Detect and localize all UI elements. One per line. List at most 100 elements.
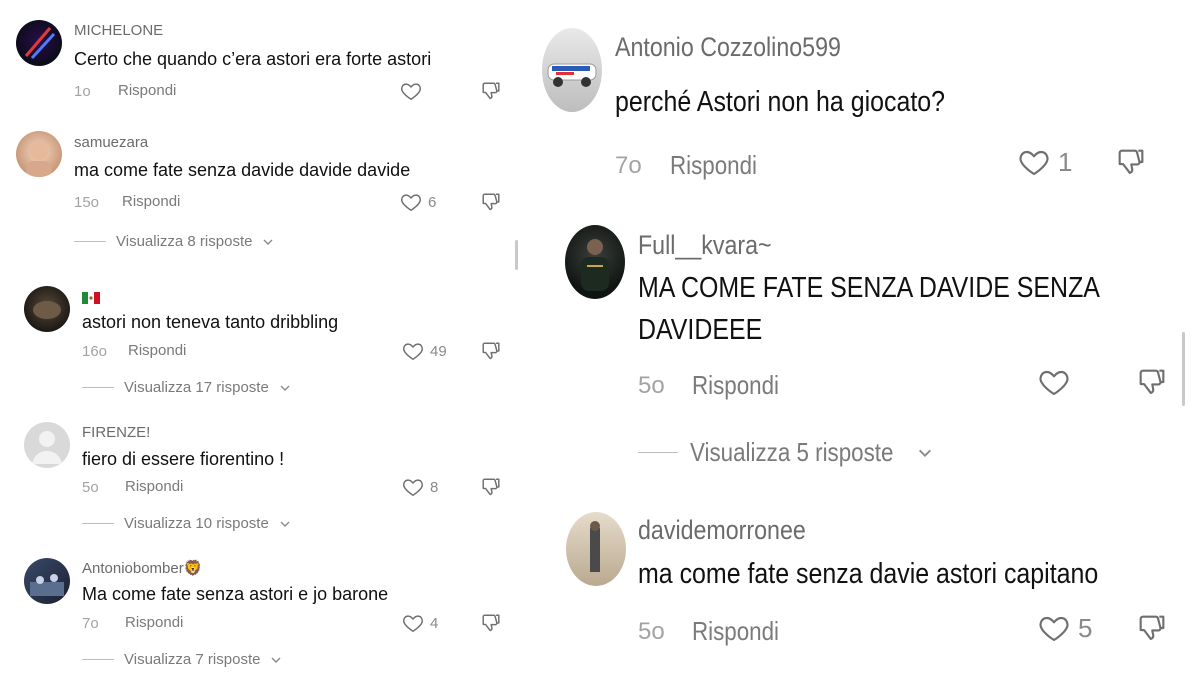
- like-button[interactable]: 4: [402, 612, 438, 634]
- heart-icon: [1038, 612, 1070, 644]
- view-replies-label: Visualizza 17 risposte: [124, 379, 269, 396]
- view-replies-button[interactable]: Visualizza 8 risposte: [74, 233, 274, 250]
- dislike-button[interactable]: [1136, 612, 1168, 649]
- chevron-down-icon: [270, 654, 282, 666]
- divider-line: [82, 659, 114, 660]
- heart-icon: [400, 191, 422, 213]
- comment-time: 5o: [638, 372, 665, 399]
- thumbs-down-icon: [1136, 612, 1168, 644]
- comment-username[interactable]: samuezara: [74, 134, 148, 151]
- scrollbar[interactable]: [515, 240, 518, 270]
- reply-button[interactable]: Rispondi: [122, 193, 180, 210]
- reply-button[interactable]: Rispondi: [670, 150, 757, 181]
- comment-username[interactable]: davidemorronee: [638, 515, 806, 546]
- left-comments-panel: MICHELONE Certo che quando c’era astori …: [0, 0, 530, 675]
- dislike-button[interactable]: [480, 340, 502, 367]
- avatar[interactable]: [24, 286, 70, 332]
- comment-item: davidemorronee ma come fate senza davie …: [530, 500, 1200, 675]
- comment-text: Certo che quando c’era astori era forte …: [74, 49, 432, 69]
- dislike-button[interactable]: [480, 476, 502, 503]
- heart-icon: [402, 476, 424, 498]
- race-car-avatar-image: [547, 63, 597, 87]
- comment-username[interactable]: Antoniobomber🦁: [82, 559, 202, 577]
- like-button[interactable]: [400, 80, 428, 102]
- comment-text: astori non teneva tanto dribbling: [82, 312, 339, 332]
- reply-button[interactable]: Rispondi: [692, 616, 779, 647]
- comment-time: 1o: [74, 83, 91, 100]
- comment-text: perché Astori non ha giocato?: [615, 86, 945, 118]
- comment-text-line1: MA COME FATE SENZA DAVIDE SENZA: [638, 272, 1100, 304]
- comment-username[interactable]: Antonio Cozzolino599: [615, 32, 841, 63]
- comment-time: 5o: [82, 479, 99, 496]
- reply-button[interactable]: Rispondi: [125, 478, 183, 495]
- comment-text: ma come fate senza davie astori capitano: [638, 558, 1099, 590]
- thumbs-down-icon: [480, 340, 502, 362]
- dislike-button[interactable]: [1136, 366, 1168, 403]
- reply-button[interactable]: Rispondi: [692, 370, 779, 401]
- avatar-image: [590, 521, 600, 572]
- like-count: 8: [430, 478, 439, 496]
- heart-icon: [402, 340, 424, 362]
- comment-time: 16o: [82, 343, 108, 360]
- avatar[interactable]: [566, 512, 626, 586]
- avatar[interactable]: [542, 28, 602, 112]
- comment-item: Antoniobomber🦁 Ma come fate senza astori…: [0, 545, 530, 675]
- comment-time: 5o: [638, 618, 665, 645]
- comment-item: Full__kvara~ MA COME FATE SENZA DAVIDE S…: [530, 210, 1200, 500]
- divider-line: [82, 523, 114, 524]
- avatar-image: [26, 142, 52, 177]
- like-count: 49: [430, 342, 447, 360]
- avatar[interactable]: [16, 20, 62, 66]
- reply-button[interactable]: Rispondi: [128, 342, 186, 359]
- like-button[interactable]: 5: [1038, 612, 1092, 644]
- view-replies-button[interactable]: Visualizza 7 risposte: [82, 651, 282, 668]
- dislike-button[interactable]: [1115, 146, 1147, 183]
- chevron-down-icon: [917, 445, 933, 461]
- heart-icon: [1038, 366, 1070, 398]
- thumbs-down-icon: [480, 191, 502, 213]
- thumbs-down-icon: [480, 80, 502, 102]
- view-replies-label: Visualizza 7 risposte: [124, 651, 261, 668]
- view-replies-button[interactable]: Visualizza 5 risposte: [638, 437, 933, 468]
- like-count: 6: [428, 193, 437, 211]
- comment-username[interactable]: FIRENZE!: [82, 424, 150, 441]
- reply-button[interactable]: Rispondi: [125, 614, 183, 631]
- mexico-flag-icon: [82, 292, 100, 305]
- comment-item: astori non teneva tanto dribbling 16o Ri…: [0, 270, 530, 410]
- dislike-button[interactable]: [480, 191, 502, 218]
- comment-username[interactable]: MICHELONE: [74, 22, 163, 39]
- reply-button[interactable]: Rispondi: [118, 82, 176, 99]
- like-button[interactable]: 6: [400, 191, 436, 213]
- thumbs-down-icon: [480, 612, 502, 634]
- dislike-button[interactable]: [480, 80, 502, 107]
- avatar-image: [33, 301, 61, 319]
- comment-item: FIRENZE! fiero di essere fiorentino ! 5o…: [0, 410, 530, 545]
- thumbs-down-icon: [480, 476, 502, 498]
- divider-line: [74, 241, 106, 242]
- avatar-image: [24, 27, 56, 60]
- like-button[interactable]: 8: [402, 476, 438, 498]
- comment-username[interactable]: [82, 289, 100, 306]
- like-button[interactable]: 49: [402, 340, 447, 362]
- like-count: 4: [430, 614, 439, 632]
- avatar[interactable]: [24, 422, 70, 468]
- comment-text: Ma come fate senza astori e jo barone: [82, 584, 389, 604]
- comment-time: 7o: [615, 152, 642, 179]
- view-replies-button[interactable]: Visualizza 10 risposte: [82, 515, 291, 532]
- like-button[interactable]: [1038, 366, 1078, 398]
- avatar[interactable]: [16, 131, 62, 177]
- avatar[interactable]: [565, 225, 625, 299]
- comment-text: ma come fate senza davide davide davide: [74, 160, 411, 180]
- view-replies-button[interactable]: Visualizza 17 risposte: [82, 379, 291, 396]
- divider-line: [638, 452, 678, 453]
- comment-time: 7o: [82, 615, 99, 632]
- comment-username[interactable]: Full__kvara~: [638, 230, 772, 261]
- comment-item: samuezara ma come fate senza davide davi…: [0, 115, 530, 265]
- view-replies-label: Visualizza 5 risposte: [690, 437, 894, 467]
- avatar-image: [30, 574, 64, 596]
- avatar[interactable]: [24, 558, 70, 604]
- scrollbar[interactable]: [1182, 332, 1185, 406]
- default-avatar-icon: [32, 431, 62, 464]
- like-button[interactable]: 1: [1018, 146, 1072, 178]
- dislike-button[interactable]: [480, 612, 502, 639]
